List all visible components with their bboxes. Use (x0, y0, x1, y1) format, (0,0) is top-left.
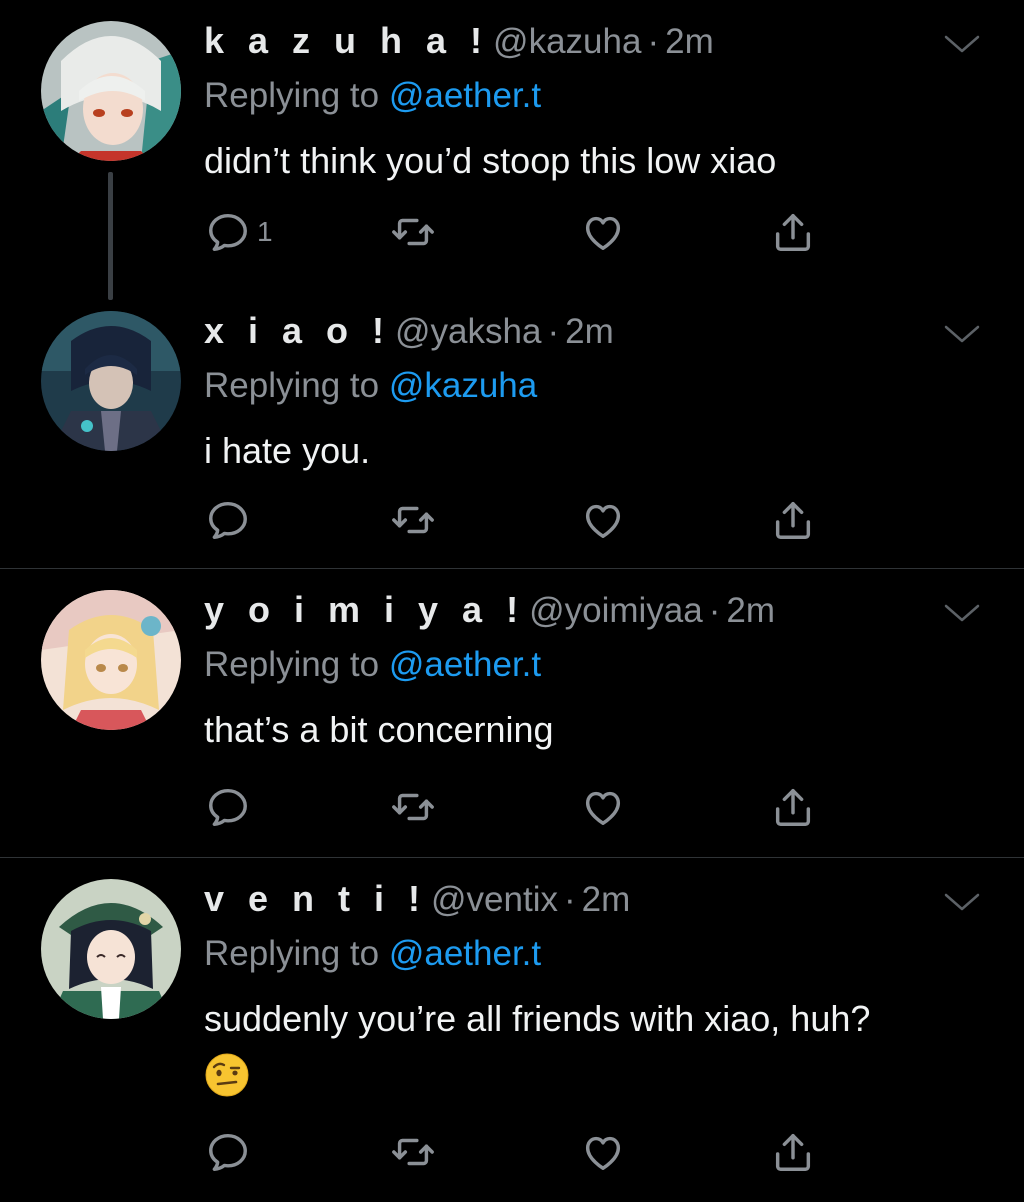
like-icon (580, 209, 626, 255)
chevron-down-icon[interactable] (942, 32, 982, 56)
share-icon (770, 1129, 816, 1175)
like-button[interactable] (580, 1128, 626, 1176)
venti-avatar (41, 879, 181, 1019)
chevron-down-icon[interactable] (942, 601, 982, 625)
tweet-header: k a z u h a ! @kazuha · 2m (204, 20, 714, 68)
reply-button[interactable] (205, 783, 251, 831)
action-bar (205, 783, 845, 831)
display-name[interactable]: x i a o ! (204, 310, 391, 352)
share-button[interactable] (770, 496, 816, 544)
tweet-xiao[interactable]: x i a o ! @yaksha · 2m Replying to @kazu… (0, 290, 1024, 568)
retweet-icon (390, 497, 436, 543)
timestamp[interactable]: 2m (582, 880, 631, 920)
yoimiya-avatar (41, 590, 181, 730)
retweet-button[interactable] (390, 783, 436, 831)
like-icon (580, 497, 626, 543)
tweet-venti[interactable]: v e n t i ! @ventix · 2m Replying to @ae… (0, 858, 1024, 1202)
retweet-icon (390, 209, 436, 255)
avatar[interactable] (41, 311, 181, 451)
display-name[interactable]: v e n t i ! (204, 878, 427, 920)
display-name[interactable]: k a z u h a ! (204, 20, 489, 62)
avatar[interactable] (41, 879, 181, 1019)
reply-button[interactable] (205, 1128, 251, 1176)
like-icon (580, 784, 626, 830)
tweet-text: i hate you. (204, 430, 371, 471)
reply-button[interactable]: 1 (205, 208, 273, 256)
replying-to: Replying to @kazuha (204, 366, 537, 406)
user-handle[interactable]: @kazuha (493, 22, 641, 62)
replying-label: Replying to (204, 645, 380, 684)
reply-icon (205, 1129, 251, 1175)
tweet-header: y o i m i y a ! @yoimiyaa · 2m (204, 589, 775, 637)
user-handle[interactable]: @ventix (431, 880, 558, 920)
user-handle[interactable]: @yaksha (395, 312, 541, 352)
face-with-raised-eyebrow-emoji (205, 1053, 249, 1097)
tweet-text: didn’t think you’d stoop this low xiao (204, 140, 777, 181)
kazuha-avatar (41, 21, 181, 161)
separator-dot: · (708, 591, 721, 630)
share-button[interactable] (770, 1128, 816, 1176)
tweet-text: that’s a bit concerning (204, 709, 554, 750)
timestamp[interactable]: 2m (565, 312, 614, 352)
xiao-avatar (41, 311, 181, 451)
replying-to: Replying to @aether.t (204, 76, 541, 116)
timestamp[interactable]: 2m (726, 591, 775, 631)
reply-icon (205, 209, 251, 255)
share-button[interactable] (770, 208, 816, 256)
share-button[interactable] (770, 783, 816, 831)
like-button[interactable] (580, 783, 626, 831)
tweet-text: suddenly you’re all friends with xiao, h… (204, 998, 871, 1039)
avatar[interactable] (41, 590, 181, 730)
like-button[interactable] (580, 208, 626, 256)
mention-link[interactable]: @aether.t (389, 76, 541, 115)
tweet-kazuha[interactable]: k a z u h a ! @kazuha · 2m Replying to @… (0, 0, 1024, 300)
share-icon (770, 209, 816, 255)
retweet-button[interactable] (390, 208, 436, 256)
replying-label: Replying to (204, 76, 380, 115)
timestamp[interactable]: 2m (665, 22, 714, 62)
separator-dot: · (647, 22, 660, 61)
tweet-header: x i a o ! @yaksha · 2m (204, 310, 614, 358)
chevron-down-icon[interactable] (942, 322, 982, 346)
share-icon (770, 497, 816, 543)
chevron-down-icon[interactable] (942, 890, 982, 914)
mention-link[interactable]: @kazuha (389, 366, 537, 405)
retweet-icon (390, 784, 436, 830)
like-icon (580, 1129, 626, 1175)
retweet-button[interactable] (390, 1128, 436, 1176)
replying-to: Replying to @aether.t (204, 934, 541, 974)
separator-dot: · (564, 880, 576, 919)
mention-link[interactable]: @aether.t (389, 934, 541, 973)
reply-count: 1 (257, 216, 273, 247)
display-name[interactable]: y o i m i y a ! (204, 589, 525, 631)
like-button[interactable] (580, 496, 626, 544)
action-bar (205, 1128, 845, 1176)
tweet-yoimiya[interactable]: y o i m i y a ! @yoimiyaa · 2m Replying … (0, 569, 1024, 857)
retweet-icon (390, 1129, 436, 1175)
action-bar: 1 (205, 208, 845, 256)
share-icon (770, 784, 816, 830)
user-handle[interactable]: @yoimiyaa (529, 591, 703, 631)
reply-icon (205, 784, 251, 830)
avatar[interactable] (41, 21, 181, 161)
reply-icon (205, 497, 251, 543)
reply-button[interactable] (205, 496, 251, 544)
replying-label: Replying to (204, 934, 380, 973)
replying-to: Replying to @aether.t (204, 645, 541, 685)
retweet-button[interactable] (390, 496, 436, 544)
action-bar (205, 496, 845, 544)
thread-line (108, 172, 113, 300)
replying-label: Replying to (204, 366, 380, 405)
tweet-header: v e n t i ! @ventix · 2m (204, 878, 630, 926)
mention-link[interactable]: @aether.t (389, 645, 541, 684)
separator-dot: · (547, 312, 560, 351)
